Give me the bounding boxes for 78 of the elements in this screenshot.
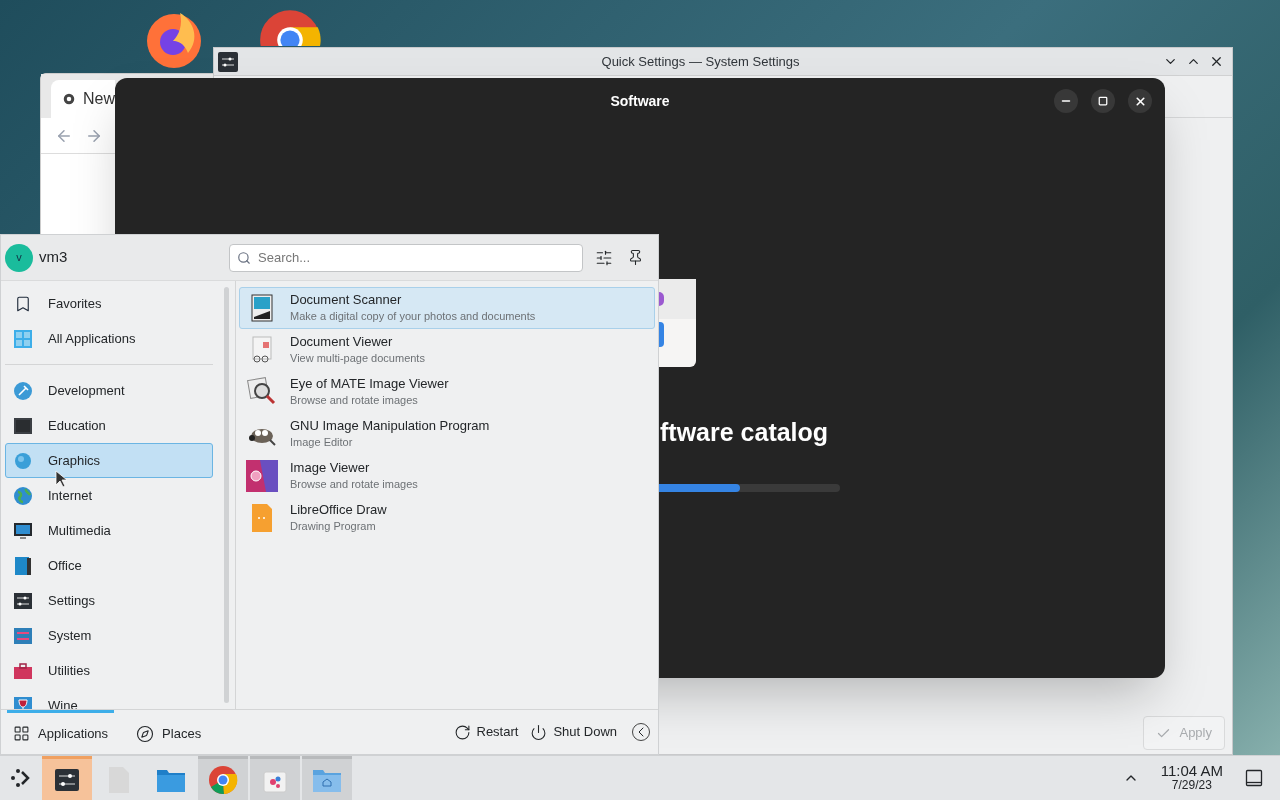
close-button[interactable]: [1128, 89, 1152, 113]
sphere-icon: [13, 450, 33, 471]
minimize-button[interactable]: [1054, 89, 1078, 113]
category-item[interactable]: Wine: [5, 688, 213, 709]
mouse-pointer-icon: [55, 470, 67, 488]
app-description: Browse and rotate images: [290, 393, 419, 408]
category-item[interactable]: Settings: [5, 583, 213, 618]
clock-date: 7/29/23: [1171, 778, 1212, 793]
close-icon: [1133, 94, 1147, 108]
globe-icon: [13, 485, 33, 506]
user-avatar[interactable]: v: [5, 243, 33, 272]
sliders-icon: [218, 51, 238, 72]
launcher-icon[interactable]: [10, 767, 32, 789]
app-item[interactable]: Image Viewer Browse and rotate images: [239, 455, 655, 497]
loading-heading: ftware catalog: [660, 417, 830, 447]
app-name: Document Scanner: [290, 292, 403, 308]
maximize-icon: [1098, 96, 1108, 106]
category-item[interactable]: Multimedia: [5, 513, 213, 548]
menu-tab[interactable]: Places: [130, 710, 208, 754]
app-description: Drawing Program: [290, 519, 377, 534]
wine-glass-icon: [13, 695, 33, 709]
user-name: vm3: [39, 247, 69, 268]
category-item[interactable]: All Applications: [5, 321, 213, 356]
category-item[interactable]: Education: [5, 408, 213, 443]
app-name: LibreOffice Draw: [290, 502, 387, 518]
app-item[interactable]: LibreOffice Draw Drawing Program: [239, 497, 655, 539]
category-item[interactable]: Internet: [5, 478, 213, 513]
app-name: Eye of MATE Image Viewer: [290, 376, 449, 392]
category-item[interactable]: System: [5, 618, 213, 653]
scrollbar[interactable]: [223, 287, 229, 703]
app-item[interactable]: Document Scanner Make a digital copy of your photos and documents: [239, 287, 655, 329]
pin-icon[interactable]: [627, 249, 644, 266]
power-action-button[interactable]: Shut Down: [527, 722, 620, 742]
filter-icon[interactable]: [595, 248, 613, 267]
restart-icon: [453, 723, 471, 741]
clock-time: 11:04 AM: [1160, 763, 1223, 778]
search-icon: [237, 250, 251, 265]
compass-icon: [136, 724, 155, 743]
power-action-button[interactable]: Restart: [450, 722, 522, 742]
task-button[interactable]: [42, 756, 92, 800]
grid-icon: [13, 328, 33, 349]
window-title: Quick Settings — System Settings: [600, 52, 801, 71]
chalkboard-icon: [13, 415, 33, 436]
app-description: View multi-page documents: [290, 351, 425, 366]
show-desktop-icon[interactable]: [1245, 769, 1263, 787]
category-item[interactable]: Development: [5, 373, 213, 408]
hammer-icon: [13, 380, 33, 401]
app-name: Document Viewer: [290, 334, 394, 350]
app-item[interactable]: Document Viewer View multi-page documents: [239, 329, 655, 371]
app-item[interactable]: GNU Image Manipulation Program Image Editor: [239, 413, 655, 455]
browser-logo-icon: [63, 91, 75, 107]
monitor-icon: [13, 520, 33, 541]
app-item[interactable]: Eye of MATE Image Viewer Browse and rotate images: [239, 371, 655, 413]
grid-icon: [13, 725, 30, 742]
app-description: Make a digital copy of your photos and documents: [290, 309, 536, 324]
app-description: Browse and rotate images: [290, 477, 418, 492]
browser-icon: [208, 764, 238, 795]
clock[interactable]: 11:04 AM 7/29/23: [1160, 763, 1223, 793]
browser-tab[interactable]: New: [51, 80, 115, 118]
app-name: Image Viewer: [290, 460, 371, 476]
system-icon: [13, 625, 33, 646]
image-viewer-icon: [246, 460, 278, 492]
bookmark-icon: [14, 294, 32, 313]
category-item[interactable]: Favorites: [5, 286, 213, 321]
toolbox-icon: [13, 660, 33, 681]
category-item[interactable]: Utilities: [5, 653, 213, 688]
close-icon[interactable]: [1209, 54, 1224, 69]
category-item[interactable]: Office: [5, 548, 213, 583]
maximize-button[interactable]: [1091, 89, 1115, 113]
category-item[interactable]: Graphics: [5, 443, 213, 478]
document-icon: [13, 555, 33, 576]
window-title: Software: [610, 91, 670, 111]
sliders-icon: [13, 590, 33, 611]
power-icon: [530, 723, 548, 741]
search-field[interactable]: Search...: [229, 243, 583, 272]
sliders-icon: [54, 766, 80, 793]
app-name: GNU Image Manipulation Program: [290, 418, 490, 434]
app-description: Image Editor: [290, 435, 354, 450]
